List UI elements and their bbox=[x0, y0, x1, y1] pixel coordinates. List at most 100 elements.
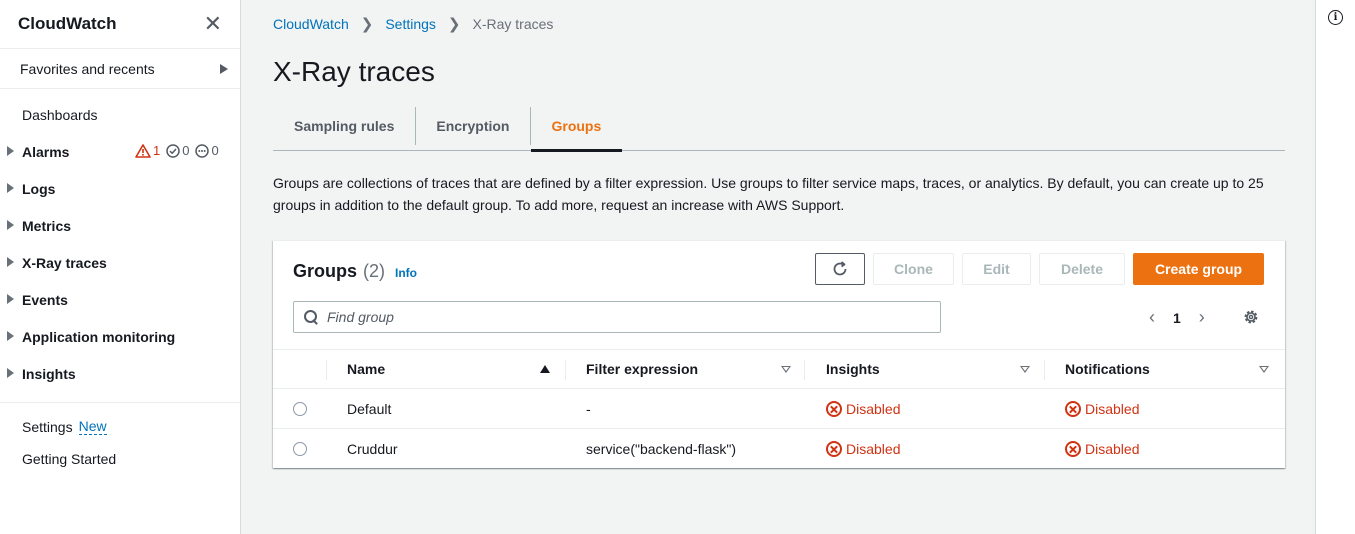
caret-right-icon bbox=[7, 220, 14, 230]
sort-descending-icon[interactable] bbox=[781, 366, 791, 373]
sidebar-item-label: Insights bbox=[22, 365, 76, 382]
breadcrumb: CloudWatch ❯ Settings ❯ X-Ray traces bbox=[273, 15, 553, 33]
panel-title: Groups bbox=[293, 261, 358, 281]
sidebar-item-events[interactable]: Events bbox=[0, 281, 240, 318]
column-header-insights[interactable]: Insights bbox=[826, 350, 880, 388]
sidebar-item-alarms[interactable]: Alarms 1 0 0 bbox=[0, 133, 240, 170]
caret-right-icon bbox=[7, 368, 14, 378]
breadcrumb-settings[interactable]: Settings bbox=[385, 16, 436, 32]
sidebar-item-label: Events bbox=[22, 291, 68, 308]
sidebar-item-application-monitoring[interactable]: Application monitoring bbox=[0, 318, 240, 355]
clone-button[interactable]: Clone bbox=[873, 253, 954, 285]
cell-filter: service("backend-flask") bbox=[586, 441, 736, 457]
tab-encryption[interactable]: Encryption bbox=[415, 101, 530, 150]
caret-right-icon bbox=[7, 257, 14, 267]
check-circle-icon bbox=[166, 143, 180, 158]
cell-notifications: Disabled bbox=[1065, 389, 1139, 429]
sidebar-item-settings[interactable]: Settings New bbox=[0, 411, 240, 443]
sidebar-item-label: Metrics bbox=[22, 217, 72, 234]
sidebar-item-insights[interactable]: Insights bbox=[0, 355, 240, 392]
sidebar-item-dashboards[interactable]: Dashboards bbox=[0, 96, 240, 133]
search-input[interactable] bbox=[327, 309, 887, 325]
side-navigation: CloudWatch ✕ Favorites and recents Dashb… bbox=[0, 0, 241, 534]
chevron-right-icon: ❯ bbox=[447, 16, 461, 33]
edit-button[interactable]: Edit bbox=[962, 253, 1031, 285]
sidebar-title[interactable]: CloudWatch bbox=[18, 14, 117, 34]
new-badge: New bbox=[78, 417, 107, 436]
tools-rail: i bbox=[1315, 0, 1355, 534]
table-row[interactable]: Default - Disabled Disabled bbox=[273, 389, 1285, 429]
sidebar-item-xray-traces[interactable]: X-Ray traces bbox=[0, 244, 240, 281]
error-icon bbox=[1065, 441, 1081, 457]
column-divider bbox=[804, 360, 805, 380]
sidebar-header: CloudWatch ✕ bbox=[0, 0, 240, 49]
caret-right-icon bbox=[7, 183, 14, 193]
column-divider bbox=[1044, 360, 1045, 380]
column-header-name[interactable]: Name bbox=[347, 350, 385, 388]
favorites-and-recents[interactable]: Favorites and recents bbox=[0, 49, 240, 89]
row-radio[interactable] bbox=[293, 402, 307, 416]
cell-name: Cruddur bbox=[347, 441, 398, 457]
error-icon bbox=[826, 441, 842, 457]
info-icon[interactable]: i bbox=[1328, 10, 1343, 25]
table-row[interactable]: Cruddur service("backend-flask") Disable… bbox=[273, 429, 1285, 469]
error-icon bbox=[1065, 401, 1081, 417]
create-group-button[interactable]: Create group bbox=[1133, 253, 1264, 285]
refresh-icon bbox=[833, 261, 847, 276]
row-radio[interactable] bbox=[293, 442, 307, 456]
tab-list: Sampling rules Encryption Groups bbox=[273, 101, 1285, 152]
breadcrumb-cloudwatch[interactable]: CloudWatch bbox=[273, 16, 349, 32]
find-group-search bbox=[293, 301, 941, 333]
search-icon bbox=[304, 310, 318, 324]
tab-groups[interactable]: Groups bbox=[530, 101, 623, 152]
favorites-label: Favorites and recents bbox=[20, 60, 155, 77]
refresh-button[interactable] bbox=[815, 253, 865, 285]
sidebar-item-logs[interactable]: Logs bbox=[0, 170, 240, 207]
alarm-insufficient-badge: 0 bbox=[195, 143, 219, 158]
cell-name: Default bbox=[347, 401, 392, 417]
warning-icon bbox=[135, 143, 151, 158]
sidebar-nav: Dashboards Alarms 1 0 0 Logs Metrics X-R… bbox=[0, 89, 240, 475]
cell-insights: Disabled bbox=[826, 389, 900, 429]
page-title: X-Ray traces bbox=[273, 56, 435, 87]
sidebar-item-label: Logs bbox=[22, 180, 56, 197]
sidebar-item-label: Alarms bbox=[22, 143, 70, 160]
column-divider bbox=[326, 360, 327, 380]
error-icon bbox=[826, 401, 842, 417]
alarm-in-alarm-badge: 1 bbox=[135, 143, 160, 158]
sidebar-item-label: X-Ray traces bbox=[22, 254, 107, 271]
group-count: (2) bbox=[363, 261, 386, 281]
sort-ascending-icon[interactable] bbox=[540, 365, 550, 373]
tab-sampling-rules[interactable]: Sampling rules bbox=[273, 101, 415, 150]
sidebar-divider bbox=[0, 402, 240, 403]
groups-description: Groups are collections of traces that ar… bbox=[273, 175, 1264, 213]
sidebar-item-getting-started[interactable]: Getting Started bbox=[0, 443, 240, 475]
info-link[interactable]: Info bbox=[395, 266, 417, 280]
caret-right-icon bbox=[7, 146, 14, 156]
column-divider bbox=[565, 360, 566, 380]
caret-right-icon bbox=[7, 294, 14, 304]
delete-button[interactable]: Delete bbox=[1039, 253, 1125, 285]
caret-right-icon bbox=[220, 63, 228, 74]
alarm-badges: 1 0 0 bbox=[135, 143, 219, 158]
cell-notifications: Disabled bbox=[1065, 429, 1139, 469]
column-header-filter-expression[interactable]: Filter expression bbox=[586, 350, 698, 388]
groups-panel: Groups (2) Info Clone Edit Delete Create… bbox=[273, 240, 1285, 468]
sort-descending-icon[interactable] bbox=[1020, 366, 1030, 373]
chevron-right-icon[interactable]: › bbox=[1199, 307, 1205, 328]
pagination: ‹ 1 › bbox=[1149, 307, 1205, 328]
column-header-notifications[interactable]: Notifications bbox=[1065, 350, 1150, 388]
breadcrumb-current: X-Ray traces bbox=[472, 16, 554, 32]
current-page[interactable]: 1 bbox=[1173, 310, 1181, 326]
sidebar-item-label: Application monitoring bbox=[22, 328, 176, 345]
close-icon[interactable]: ✕ bbox=[204, 13, 222, 35]
ellipsis-circle-icon bbox=[195, 143, 210, 158]
alarm-ok-badge: 0 bbox=[166, 143, 189, 158]
gear-icon[interactable] bbox=[1242, 308, 1260, 331]
sidebar-item-label: Dashboards bbox=[22, 106, 98, 123]
chevron-left-icon[interactable]: ‹ bbox=[1149, 307, 1155, 328]
sort-descending-icon[interactable] bbox=[1259, 366, 1269, 373]
sidebar-item-metrics[interactable]: Metrics bbox=[0, 207, 240, 244]
chevron-right-icon: ❯ bbox=[360, 16, 374, 33]
table-header: Name Filter expression Insights Notifica… bbox=[273, 349, 1285, 389]
